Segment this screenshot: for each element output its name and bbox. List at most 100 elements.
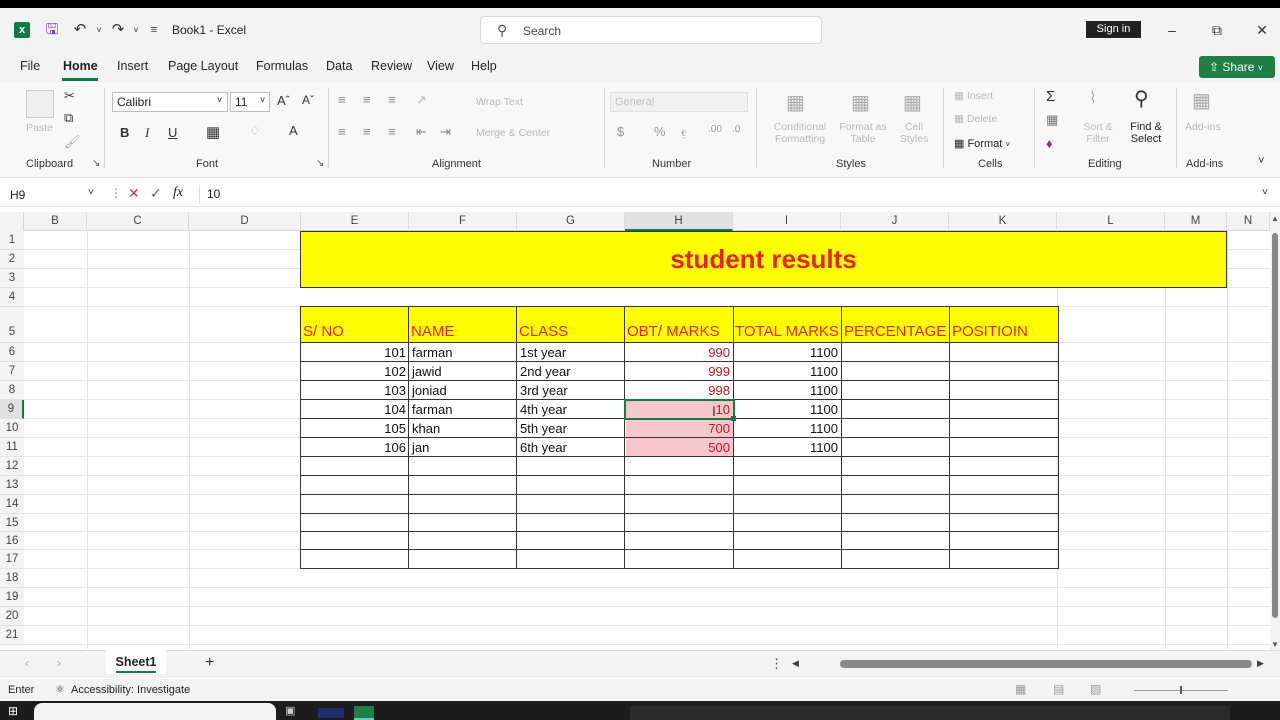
fill-icon[interactable]: ▦ xyxy=(1046,112,1058,128)
header-class[interactable]: CLASS xyxy=(517,324,624,342)
format-cells-button[interactable]: ▦ Format ˅ xyxy=(954,137,1010,150)
cell-name[interactable]: farman xyxy=(409,345,516,360)
cell-class[interactable]: 2nd year xyxy=(517,364,624,379)
merge-center-button[interactable]: Merge & Center xyxy=(476,127,550,139)
format-as-table-icon[interactable]: ▦ xyxy=(851,90,870,115)
row-header-7[interactable]: 7 xyxy=(0,362,24,381)
normal-view-icon[interactable]: ▦ xyxy=(1015,682,1026,696)
row-header-1[interactable]: 1 xyxy=(0,231,24,250)
format-as-table-button[interactable]: Format as Table xyxy=(836,121,890,145)
clipboard-launcher-icon[interactable]: ↘ xyxy=(92,158,100,169)
confirm-entry-icon[interactable]: ✓ xyxy=(150,185,162,202)
increase-decimal-icon[interactable]: .00 xyxy=(708,124,722,135)
font-name-dropdown-icon[interactable]: ˅ xyxy=(217,95,222,105)
cell-name[interactable]: joniad xyxy=(409,383,516,398)
cell-obt-marks[interactable]: 998 xyxy=(625,383,732,398)
row-header-14[interactable]: 14 xyxy=(0,495,24,514)
column-header-b[interactable]: B xyxy=(24,212,87,231)
header-name[interactable]: NAME xyxy=(409,324,516,342)
header-total-marks[interactable]: TOTAL MARKS xyxy=(733,324,841,342)
active-cell-selection[interactable] xyxy=(624,399,735,420)
accessibility-icon[interactable]: ⚛ xyxy=(55,683,65,696)
paste-icon[interactable] xyxy=(26,90,54,118)
more-options-icon[interactable]: ⋮ xyxy=(110,186,122,200)
scroll-left-icon[interactable]: ◀ xyxy=(792,658,799,669)
row-header-6[interactable]: 6 xyxy=(0,343,24,362)
align-left-icon[interactable]: ≡ xyxy=(338,124,346,139)
insert-cells-button[interactable]: ▦ Insert xyxy=(954,90,993,102)
conditional-formatting-button[interactable]: Conditional Formatting xyxy=(768,121,832,145)
expand-formula-icon[interactable]: ˅ xyxy=(1262,187,1268,198)
tab-home[interactable]: Home xyxy=(63,59,98,73)
autosum-icon[interactable]: Σ xyxy=(1046,88,1055,105)
cell-sno[interactable]: 103 xyxy=(301,383,408,398)
wrap-text-button[interactable]: Wrap Text xyxy=(476,96,523,108)
header-sno[interactable]: S/ NO xyxy=(301,324,408,342)
fill-color-icon[interactable]: ♢ xyxy=(249,123,261,139)
column-header-d[interactable]: D xyxy=(189,212,301,231)
minimize-icon[interactable]: – xyxy=(1162,20,1182,40)
cut-icon[interactable]: ✂ xyxy=(64,88,75,104)
align-right-icon[interactable]: ≡ xyxy=(388,124,396,139)
increase-indent-icon[interactable]: ⇥ xyxy=(440,124,451,140)
cell-class[interactable]: 4th year xyxy=(517,402,624,417)
accessibility-status[interactable]: Accessibility: Investigate xyxy=(71,684,190,696)
search-box[interactable]: ⚲ Search xyxy=(480,16,822,44)
taskbar-search[interactable] xyxy=(34,703,276,720)
insert-function-icon[interactable]: fx xyxy=(173,185,183,201)
cell-name[interactable]: khan xyxy=(409,421,516,436)
ribbon-collapse-icon[interactable]: ˅ xyxy=(1258,155,1264,167)
column-header-c[interactable]: C xyxy=(87,212,189,231)
row-header-5[interactable]: 5 xyxy=(0,307,24,343)
scroll-right-icon[interactable]: ▶ xyxy=(1257,658,1264,669)
formula-input[interactable]: 10 xyxy=(207,187,220,201)
tab-formulas[interactable]: Formulas xyxy=(256,59,308,73)
undo-dropdown-icon[interactable]: ˅ xyxy=(89,20,109,40)
column-header-k[interactable]: K xyxy=(949,212,1057,231)
fill-handle[interactable] xyxy=(731,416,736,421)
save-icon[interactable]: 🖫 xyxy=(42,20,62,40)
tab-help[interactable]: Help xyxy=(471,59,497,73)
column-header-j[interactable]: J xyxy=(841,212,949,231)
row-header-16[interactable]: 16 xyxy=(0,532,24,550)
task-view-icon[interactable]: ▣ xyxy=(285,704,295,717)
taskbar-excel-icon[interactable] xyxy=(354,706,374,720)
cell-total-marks[interactable]: 1100 xyxy=(733,364,840,379)
select-all-corner[interactable] xyxy=(0,212,24,231)
cell-total-marks[interactable]: 1100 xyxy=(733,421,840,436)
conditional-formatting-icon[interactable]: ▦ xyxy=(786,90,805,115)
redo-dropdown-icon[interactable]: ˅ xyxy=(126,20,146,40)
cell-obt-marks[interactable]: 999 xyxy=(625,364,732,379)
font-launcher-icon[interactable]: ↘ xyxy=(316,158,324,169)
borders-icon[interactable]: ▦ xyxy=(206,123,220,141)
find-select-button[interactable]: Find & Select xyxy=(1124,121,1168,145)
format-painter-icon[interactable]: 🖌 xyxy=(64,134,81,150)
header-percentage[interactable]: PERCENTAGE xyxy=(842,324,949,342)
font-color-icon[interactable]: A xyxy=(289,123,298,138)
sign-in-button[interactable]: Sign in xyxy=(1086,21,1141,38)
add-ins-icon[interactable]: ▦ xyxy=(1192,88,1211,113)
redo-icon[interactable]: ↷ xyxy=(108,20,128,40)
row-header-10[interactable]: 10 xyxy=(0,419,24,438)
column-header-m[interactable]: M xyxy=(1165,212,1227,231)
underline-icon[interactable]: U xyxy=(168,125,177,140)
column-header-g[interactable]: G xyxy=(517,212,625,231)
cell-obt-marks[interactable]: 500 xyxy=(625,440,732,455)
cell-styles-icon[interactable]: ▦ xyxy=(903,90,922,115)
cell-class[interactable]: 5th year xyxy=(517,421,624,436)
start-icon[interactable]: ⊞ xyxy=(8,704,18,718)
font-size-dropdown-icon[interactable]: ˅ xyxy=(260,95,265,105)
cell-obt-marks[interactable]: 990 xyxy=(625,345,732,360)
cell-name[interactable]: jan xyxy=(409,440,516,455)
name-box-dropdown-icon[interactable]: ˅ xyxy=(88,187,94,198)
bold-icon[interactable]: B xyxy=(120,125,129,140)
cell-class[interactable]: 6th year xyxy=(517,440,624,455)
column-header-f[interactable]: F xyxy=(409,212,517,231)
cell-sno[interactable]: 106 xyxy=(301,440,408,455)
copy-icon[interactable]: ⧉ xyxy=(64,110,73,126)
tab-insert[interactable]: Insert xyxy=(117,59,148,73)
row-header-2[interactable]: 2 xyxy=(0,250,24,269)
title-cell[interactable]: student results xyxy=(300,231,1227,288)
font-name-input[interactable]: Calibri xyxy=(112,92,228,112)
customize-toolbar-icon[interactable]: ≡ xyxy=(144,20,164,40)
